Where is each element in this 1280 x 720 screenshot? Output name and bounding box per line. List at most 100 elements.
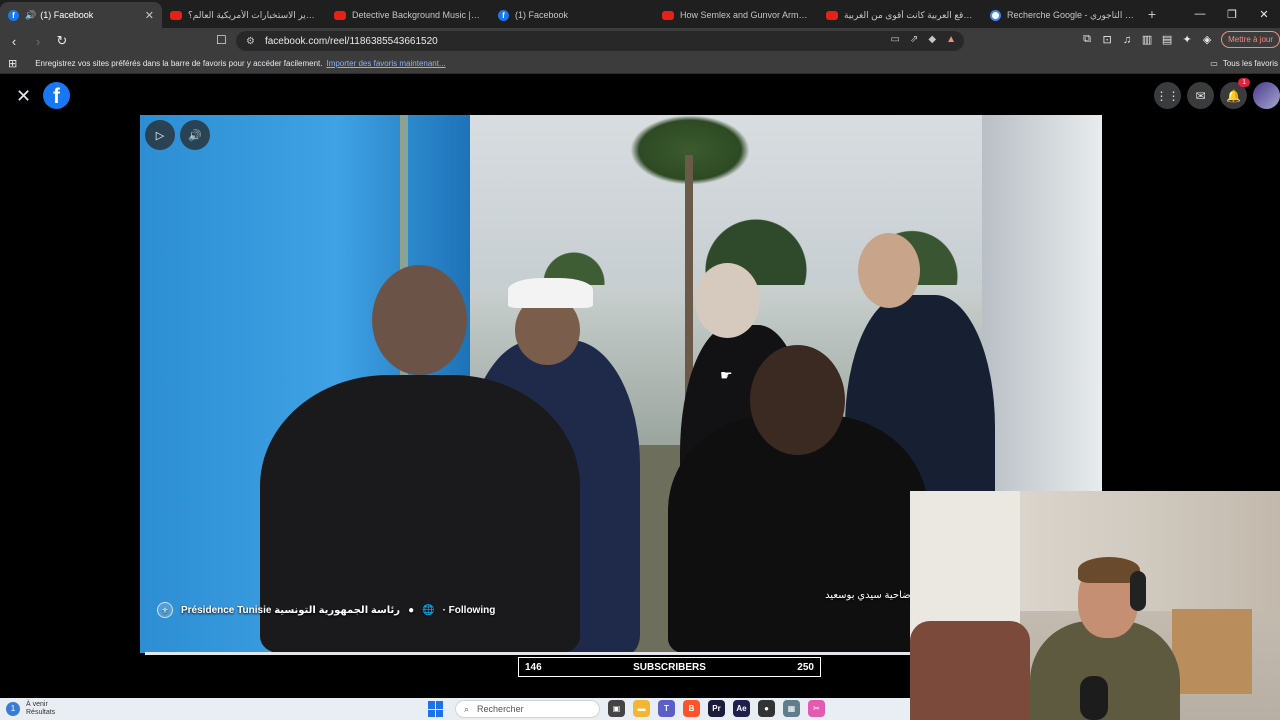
after-effects-icon[interactable]: Ae [733, 700, 750, 717]
new-tab-button[interactable]: + [1142, 6, 1162, 22]
vpn-icon[interactable]: ◈ [1201, 33, 1213, 46]
menu-grid-button[interactable]: ⋮⋮ [1154, 82, 1181, 109]
premiere-icon[interactable]: Pr [708, 700, 725, 717]
snipping-tool-icon[interactable]: ✂ [808, 700, 825, 717]
close-tab-icon[interactable]: ✕ [145, 9, 154, 22]
globe-icon: 🌐 [422, 604, 435, 616]
speaker-icon: 🔊 [25, 9, 37, 20]
youtube-icon [826, 10, 838, 20]
video-person-head [372, 265, 467, 375]
tab-label: المواقع العربية كانت أقوى من الغربية [844, 9, 974, 20]
restore-button[interactable]: ❐ [1216, 8, 1248, 21]
tab-label: Recherche Google - هيثم التاجوري [1007, 9, 1134, 20]
cast-icon[interactable]: ▭ [891, 34, 900, 45]
address-bar[interactable]: ⚙ facebook.com/reel/1186385543661520 ▭ ⇗… [236, 31, 964, 51]
browser-tab-strip: f 🔊 (1) Facebook ✕ كيف تدير الاستخبارات … [0, 0, 1280, 28]
subscriber-goal-count: 250 [797, 661, 814, 673]
notification-badge: 1 [1238, 78, 1250, 87]
widgets-badge: 1 [6, 702, 20, 716]
shield-icon[interactable]: ◆ [928, 34, 936, 45]
webcam-headset [1130, 571, 1146, 611]
file-explorer-icon[interactable]: ▬ [633, 700, 650, 717]
reload-button[interactable]: ↻ [52, 33, 72, 49]
tab-label: كيف تدير الاستخبارات الأمريكية العالم؟ [188, 9, 318, 20]
facebook-icon: f [498, 9, 509, 21]
facebook-header-actions: ⋮⋮ ✉ 🔔 1 [1154, 78, 1280, 109]
forward-button[interactable]: › [28, 34, 48, 49]
screenshot-icon[interactable]: ⊡ [1101, 33, 1113, 46]
update-button[interactable]: Mettre à jour [1221, 31, 1280, 48]
calculator-icon[interactable]: ▦ [783, 700, 800, 717]
widgets-subtitle: Résultats [26, 709, 56, 716]
video-naval-cap [508, 278, 593, 308]
minimize-button[interactable]: — [1184, 8, 1216, 20]
share-icon[interactable]: ⇗ [910, 34, 918, 45]
extension-icon[interactable]: ⧉ [1081, 33, 1093, 46]
page-name-link[interactable]: Présidence Tunisie رئاسة الجمهورية التون… [181, 605, 400, 616]
volume-button[interactable]: 🔊 [180, 120, 210, 150]
teams-icon[interactable]: T [658, 700, 675, 717]
play-icon: ▷ [155, 129, 165, 142]
tab-youtube-2[interactable]: Detective Background Music | Crime [326, 2, 490, 28]
facebook-logo[interactable]: f [43, 82, 70, 109]
messenger-button[interactable]: ✉ [1187, 82, 1214, 109]
browser-toolbar: ‹ › ↻ ☐ ⚙ facebook.com/reel/118638554366… [0, 28, 1280, 54]
speaker-icon: 🔊 [188, 129, 202, 142]
folder-icon: ▭ [1210, 59, 1218, 68]
hand-cursor-icon: ☛ [720, 367, 733, 383]
taskbar-search-placeholder: Rechercher [477, 704, 524, 714]
tab-youtube-4[interactable]: المواقع العربية كانت أقوى من الغربية [818, 2, 982, 28]
window-controls: — ❐ ✕ [1184, 0, 1280, 28]
close-reel-icon[interactable]: ✕ [16, 86, 31, 107]
tab-google-search[interactable]: Recherche Google - هيثم التاجوري [982, 2, 1142, 28]
all-favorites-label: Tous les favoris [1222, 59, 1278, 68]
apps-grid-icon[interactable]: ⊞ [8, 57, 17, 70]
reel-author-row: ⚜ Présidence Tunisie رئاسة الجمهورية الت… [157, 602, 495, 618]
search-icon: ⌕ [464, 703, 470, 714]
play-button[interactable]: ▷ [145, 120, 175, 150]
address-bar-actions: ▭ ⇗ ◆ ▲ [891, 34, 956, 45]
widgets-button[interactable]: 1 À venir Résultats [6, 698, 55, 720]
video-person-head [750, 345, 845, 455]
bookmark-icon[interactable]: ☐ [216, 33, 227, 47]
profile-avatar[interactable] [1253, 82, 1280, 109]
video-progress-bar[interactable] [145, 652, 910, 655]
bookmarks-bar: ⊞ Enregistrez vos sites préférés dans la… [0, 54, 1280, 74]
webcam-overlay [910, 491, 1280, 720]
taskbar-apps: ▣ ▬ T B Pr Ae ● ▦ ✂ [608, 700, 825, 717]
taskbar-search[interactable]: ⌕ Rechercher [455, 700, 600, 718]
site-settings-icon[interactable]: ⚙ [246, 36, 255, 47]
tab-youtube-1[interactable]: كيف تدير الاستخبارات الأمريكية العالم؟ [162, 2, 326, 28]
import-bookmarks-link[interactable]: Importer des favoris maintenant... [326, 59, 445, 68]
tab-label: How Semlex and Gunvor Armed the [680, 10, 810, 20]
subscriber-goal-overlay: 146 SUBSCRIBERS 250 [518, 657, 821, 677]
tab-youtube-3[interactable]: How Semlex and Gunvor Armed the [654, 2, 818, 28]
back-button[interactable]: ‹ [4, 34, 24, 49]
following-button[interactable]: · Following [443, 605, 496, 616]
tab-facebook-2[interactable]: f (1) Facebook [490, 2, 654, 28]
task-view-icon[interactable]: ▣ [608, 700, 625, 717]
notifications-button[interactable]: 🔔 1 [1220, 78, 1250, 109]
grid-icon: ⋮⋮ [1155, 88, 1180, 103]
alert-icon[interactable]: ▲ [946, 34, 956, 45]
ai-icon[interactable]: ✦ [1181, 33, 1193, 46]
start-button[interactable] [428, 701, 444, 717]
brave-icon[interactable]: B [683, 700, 700, 717]
tab-label: (1) Facebook [40, 10, 94, 20]
windows-taskbar: 1 À venir Résultats ⌕ Rechercher ▣ ▬ T B… [0, 698, 910, 720]
toolbar-extensions: ⧉ ⊡ ♫ ▥ ▤ ✦ ◈ Mettre à jour [1081, 31, 1280, 48]
tab-facebook-active[interactable]: f 🔊 (1) Facebook ✕ [0, 2, 162, 28]
wallet-icon[interactable]: ▤ [1161, 33, 1173, 46]
webcam-chair [910, 621, 1030, 720]
url-text: facebook.com/reel/1186385543661520 [264, 35, 438, 47]
widgets-text: À venir Résultats [26, 701, 55, 717]
music-icon[interactable]: ♫ [1121, 34, 1133, 46]
close-window-button[interactable]: ✕ [1248, 8, 1280, 21]
messenger-icon: ✉ [1195, 88, 1206, 103]
youtube-icon [662, 10, 674, 20]
subscriber-label: SUBSCRIBERS [633, 661, 706, 673]
presidency-seal-icon[interactable]: ⚜ [157, 602, 173, 618]
all-favorites[interactable]: ▭ Tous les favoris [1210, 59, 1278, 68]
side-panel-icon[interactable]: ▥ [1141, 33, 1153, 46]
obs-icon[interactable]: ● [758, 700, 775, 717]
